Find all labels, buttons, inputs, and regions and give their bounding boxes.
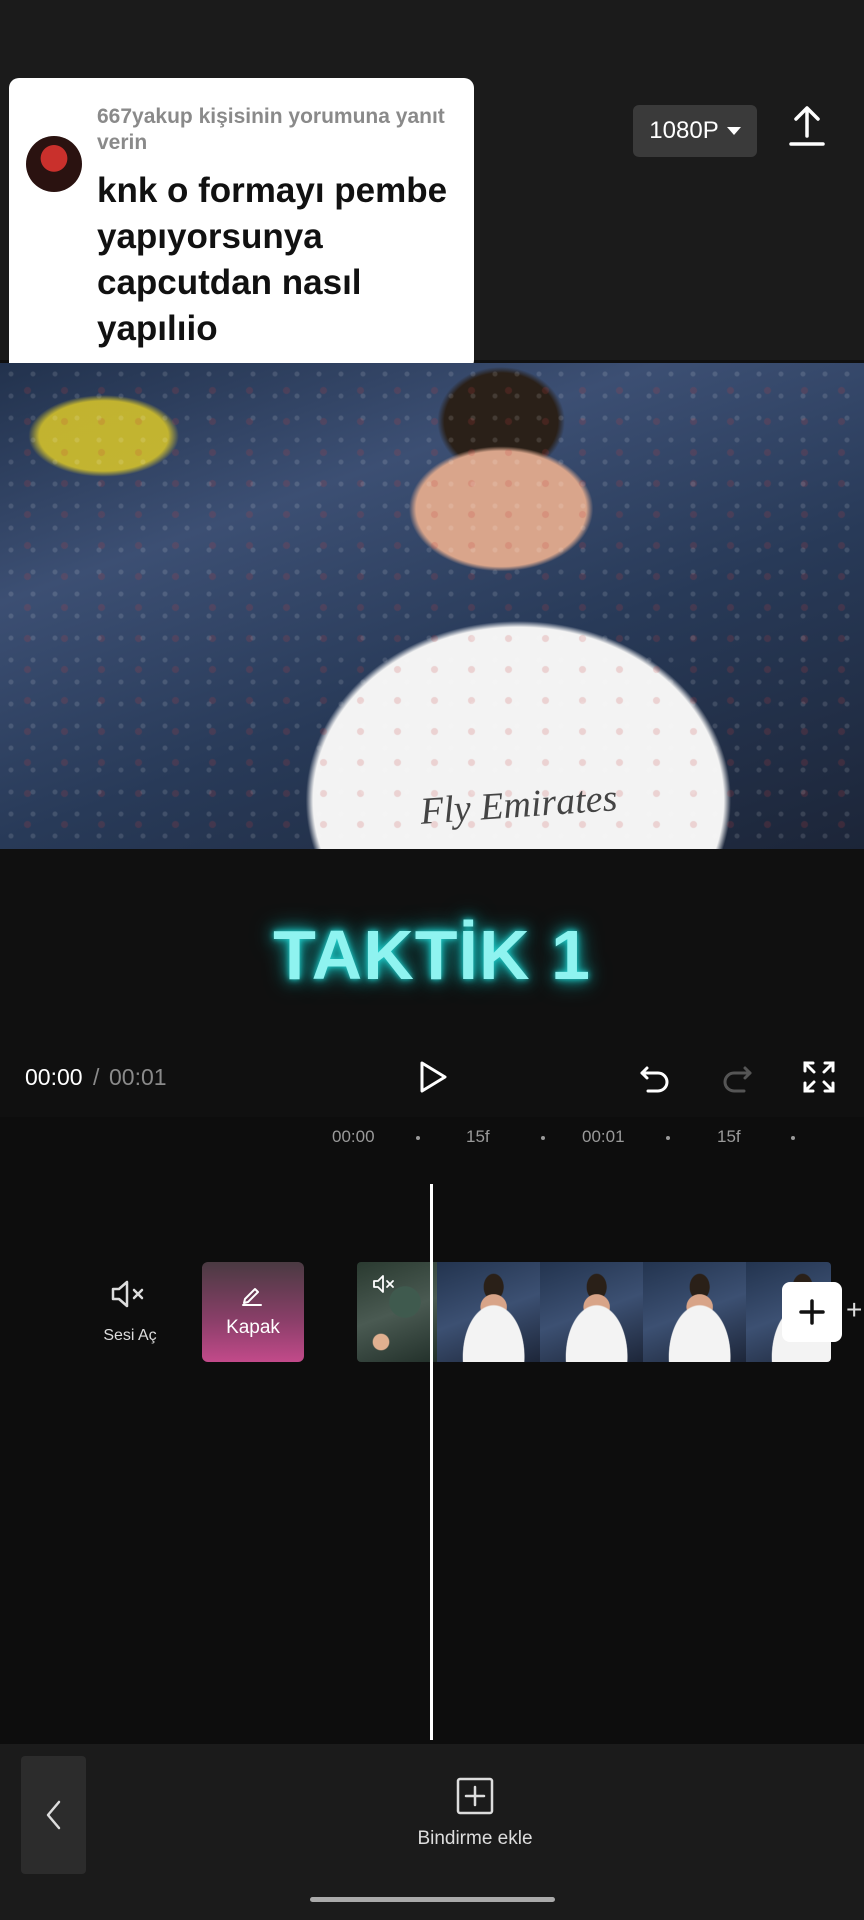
plus-icon [799, 1299, 825, 1325]
cover-thumbnail[interactable] [202, 1262, 304, 1362]
video-clip-track[interactable] [357, 1262, 831, 1362]
speaker-mute-icon[interactable] [110, 1278, 148, 1310]
total-time: 00:01 [109, 1064, 167, 1090]
caret-down-icon [726, 127, 741, 135]
chevron-left-icon [46, 1800, 60, 1830]
ruler-dot [666, 1136, 670, 1140]
ruler-label: 15f [717, 1127, 741, 1146]
time-separator: / [93, 1064, 100, 1090]
upload-icon[interactable] [785, 102, 829, 150]
add-clip-button[interactable] [782, 1282, 842, 1342]
crowd-background [0, 363, 864, 849]
clip-frame [643, 1262, 746, 1362]
ruler-label: 15f [466, 1127, 490, 1146]
cover-label: Kapak [226, 1317, 280, 1338]
ruler-dot [416, 1136, 420, 1140]
fullscreen-icon[interactable] [802, 1060, 836, 1094]
play-icon[interactable] [418, 1060, 448, 1094]
undo-icon[interactable] [638, 1060, 672, 1094]
unmute-label[interactable]: Sesi Aç [88, 1327, 172, 1345]
avatar [26, 136, 82, 192]
add-track-plus[interactable]: + [846, 1294, 862, 1326]
redo-icon[interactable] [720, 1060, 754, 1094]
add-overlay-label[interactable]: Bindirme ekle [375, 1828, 575, 1850]
playhead[interactable] [430, 1184, 433, 1740]
add-overlay-icon[interactable] [456, 1777, 494, 1815]
ruler-dot [541, 1136, 545, 1140]
clip-frame [437, 1262, 540, 1362]
video-preview[interactable]: Fly Emirates [0, 363, 864, 849]
pencil-icon [242, 1288, 262, 1306]
clip-muted-icon [373, 1275, 394, 1293]
overlay-title-text[interactable]: TAKTİK 1 [0, 915, 864, 995]
ruler-label: 00:00 [332, 1127, 375, 1146]
ruler-label: 00:01 [582, 1127, 625, 1146]
back-button[interactable] [21, 1756, 86, 1874]
clip-frame [540, 1262, 643, 1362]
comment-text: knk o formayı pembe yapıyorsunya capcutd… [97, 171, 448, 348]
reply-to-label: 667yakup kişisinin yorumuna yanıt verin [97, 105, 445, 154]
current-time: 00:00 [25, 1064, 83, 1090]
home-indicator[interactable] [310, 1897, 555, 1902]
resolution-dropdown[interactable]: 1080P [633, 105, 757, 157]
resolution-label: 1080P [649, 117, 719, 144]
ruler-dot [791, 1136, 795, 1140]
